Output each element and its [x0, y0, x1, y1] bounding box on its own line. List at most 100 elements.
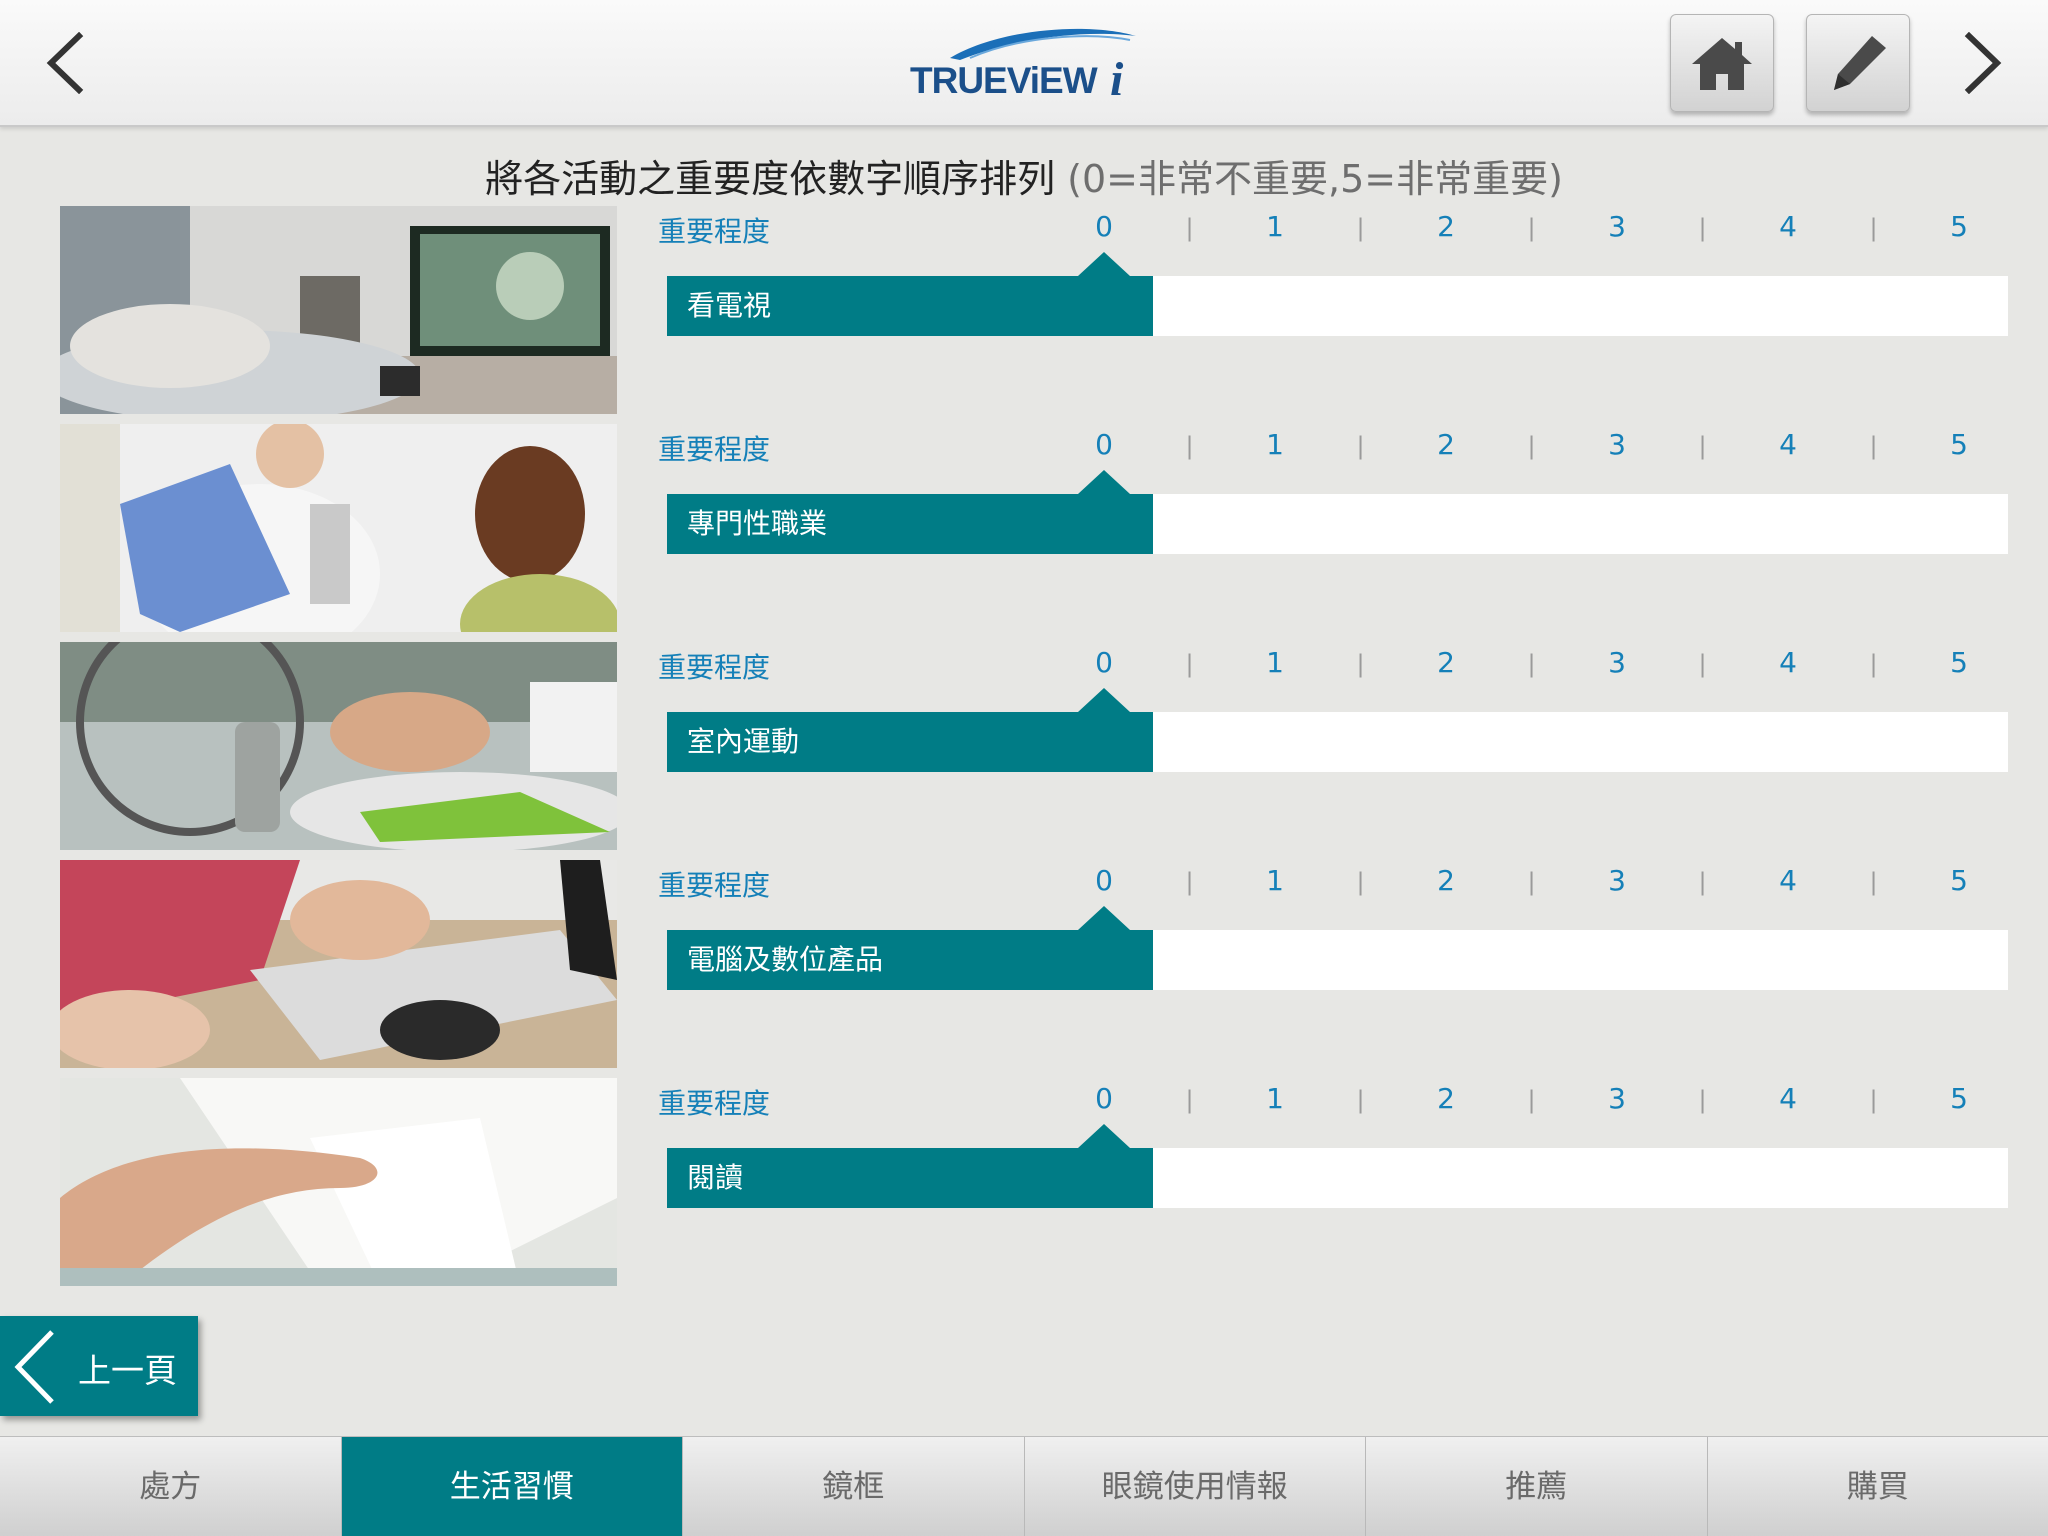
reading-page-image	[60, 1078, 617, 1286]
scale-separator: |	[1869, 214, 1878, 242]
activity-label: 專門性職業	[687, 507, 828, 540]
laptop-typing-image	[60, 860, 617, 1068]
pencil-icon	[1834, 36, 1886, 90]
scale-separator: |	[1698, 432, 1707, 460]
scale-tick-0[interactable]: 0	[1084, 646, 1124, 679]
scale-separator: |	[1869, 868, 1878, 896]
instruction-heading: 將各活動之重要度依數字順序排列 (0=非常不重要,5=非常重要)	[0, 148, 2048, 203]
scale-separator: |	[1356, 868, 1365, 896]
tying-shoes-image	[60, 642, 617, 850]
scale-tick-4[interactable]: 4	[1768, 864, 1808, 897]
home-button[interactable]	[1670, 14, 1774, 112]
watching-tv-photo	[60, 206, 617, 414]
importance-label: 重要程度	[658, 433, 771, 466]
scale-tick-4[interactable]: 4	[1768, 428, 1808, 461]
scale-tick-0[interactable]: 0	[1084, 428, 1124, 461]
scale-separator: |	[1527, 214, 1536, 242]
scale-separator: |	[1869, 432, 1878, 460]
trueview-logo: TRUEViEW i	[900, 22, 1150, 106]
scale-tick-2[interactable]: 2	[1426, 428, 1466, 461]
tab-prescription[interactable]: 處方	[0, 1437, 342, 1536]
scale-separator: |	[1869, 650, 1878, 678]
scale-tick-4[interactable]: 4	[1768, 646, 1808, 679]
tab-purchase[interactable]: 購買	[1707, 1437, 2048, 1536]
scale-tick-1[interactable]: 1	[1255, 864, 1295, 897]
importance-slider[interactable]: 閱讀	[667, 1124, 2008, 1208]
scale-tick-4[interactable]: 4	[1768, 210, 1808, 243]
slider-handle-notch[interactable]	[1078, 252, 1130, 276]
activity-row: 重要程度 0 | 1 | 2 | 3 | 4 | 5 專門性職業	[0, 424, 2048, 632]
importance-slider[interactable]: 電腦及數位產品	[667, 906, 2008, 990]
activity-label: 閱讀	[687, 1161, 744, 1194]
previous-page-label: 上一頁	[78, 1351, 177, 1390]
previous-page-button[interactable]: 上一頁	[0, 1316, 198, 1416]
scale-tick-5[interactable]: 5	[1939, 864, 1979, 897]
scale-tick-4[interactable]: 4	[1768, 1082, 1808, 1115]
scale-separator: |	[1185, 1086, 1194, 1114]
doctor-patient-image	[60, 424, 617, 632]
importance-slider[interactable]: 看電視	[667, 252, 2008, 336]
scale-separator: |	[1185, 432, 1194, 460]
scale-separator: |	[1698, 650, 1707, 678]
tab-frames[interactable]: 鏡框	[683, 1437, 1025, 1536]
importance-label: 重要程度	[658, 215, 771, 248]
activity-row: 重要程度 0 | 1 | 2 | 3 | 4 | 5 閱讀	[0, 1078, 2048, 1286]
slider-handle-notch[interactable]	[1078, 906, 1130, 930]
activity-label: 看電視	[687, 289, 772, 322]
scale-separator: |	[1356, 214, 1365, 242]
scale-tick-5[interactable]: 5	[1939, 1082, 1979, 1115]
tab-recommendation[interactable]: 推薦	[1366, 1437, 1708, 1536]
scale-separator: |	[1698, 214, 1707, 242]
scale-tick-2[interactable]: 2	[1426, 646, 1466, 679]
scale-tick-1[interactable]: 1	[1255, 1082, 1295, 1115]
scale-separator: |	[1698, 1086, 1707, 1114]
slider-handle-notch[interactable]	[1078, 688, 1130, 712]
tab-eyewear-usage[interactable]: 眼鏡使用情報	[1024, 1437, 1366, 1536]
top-bar: TRUEViEW i	[0, 0, 2048, 127]
scale-tick-1[interactable]: 1	[1255, 210, 1295, 243]
scale-tick-3[interactable]: 3	[1597, 428, 1637, 461]
slider-handle-notch[interactable]	[1078, 1124, 1130, 1148]
scale-separator: |	[1185, 214, 1194, 242]
logo-suffix: i	[1110, 53, 1124, 106]
scale-tick-2[interactable]: 2	[1426, 1082, 1466, 1115]
activity-row: 重要程度 0 | 1 | 2 | 3 | 4 | 5 室內運動	[0, 642, 2048, 850]
scale-tick-0[interactable]: 0	[1084, 210, 1124, 243]
scale-tick-1[interactable]: 1	[1255, 428, 1295, 461]
scale-separator: |	[1356, 1086, 1365, 1114]
reading-page-photo	[60, 1078, 617, 1286]
importance-label: 重要程度	[658, 651, 771, 684]
scale-tick-0[interactable]: 0	[1084, 1082, 1124, 1115]
scale-tick-3[interactable]: 3	[1597, 646, 1637, 679]
scale-separator: |	[1356, 432, 1365, 460]
back-button[interactable]	[30, 28, 100, 98]
chevron-left-icon	[46, 32, 84, 94]
scale-tick-2[interactable]: 2	[1426, 864, 1466, 897]
instruction-scale-note: (0=非常不重要,5=非常重要)	[1067, 157, 1563, 201]
instruction-main: 將各活動之重要度依數字順序排列	[485, 157, 1056, 201]
importance-label: 重要程度	[658, 869, 771, 902]
scale-tick-1[interactable]: 1	[1255, 646, 1295, 679]
scale-tick-0[interactable]: 0	[1084, 864, 1124, 897]
scale-tick-5[interactable]: 5	[1939, 210, 1979, 243]
watching-tv-image	[60, 206, 617, 414]
scale-separator: |	[1527, 432, 1536, 460]
forward-button[interactable]	[1948, 28, 2018, 98]
scale-tick-3[interactable]: 3	[1597, 1082, 1637, 1115]
slider-handle-notch[interactable]	[1078, 470, 1130, 494]
scale-tick-3[interactable]: 3	[1597, 210, 1637, 243]
activity-row: 重要程度 0 | 1 | 2 | 3 | 4 | 5 看電視	[0, 206, 2048, 414]
scale-separator: |	[1356, 650, 1365, 678]
edit-button[interactable]	[1806, 14, 1910, 112]
scale-tick-2[interactable]: 2	[1426, 210, 1466, 243]
tab-lifestyle[interactable]: 生活習慣	[341, 1437, 683, 1536]
scale-tick-3[interactable]: 3	[1597, 864, 1637, 897]
chevron-left-icon	[14, 1330, 54, 1404]
importance-slider[interactable]: 室內運動	[667, 688, 2008, 772]
activity-row: 重要程度 0 | 1 | 2 | 3 | 4 | 5 電腦及數位產品	[0, 860, 2048, 1068]
scale-tick-5[interactable]: 5	[1939, 646, 1979, 679]
importance-slider[interactable]: 專門性職業	[667, 470, 2008, 554]
home-icon	[1692, 38, 1752, 90]
laptop-typing-photo	[60, 860, 617, 1068]
scale-tick-5[interactable]: 5	[1939, 428, 1979, 461]
